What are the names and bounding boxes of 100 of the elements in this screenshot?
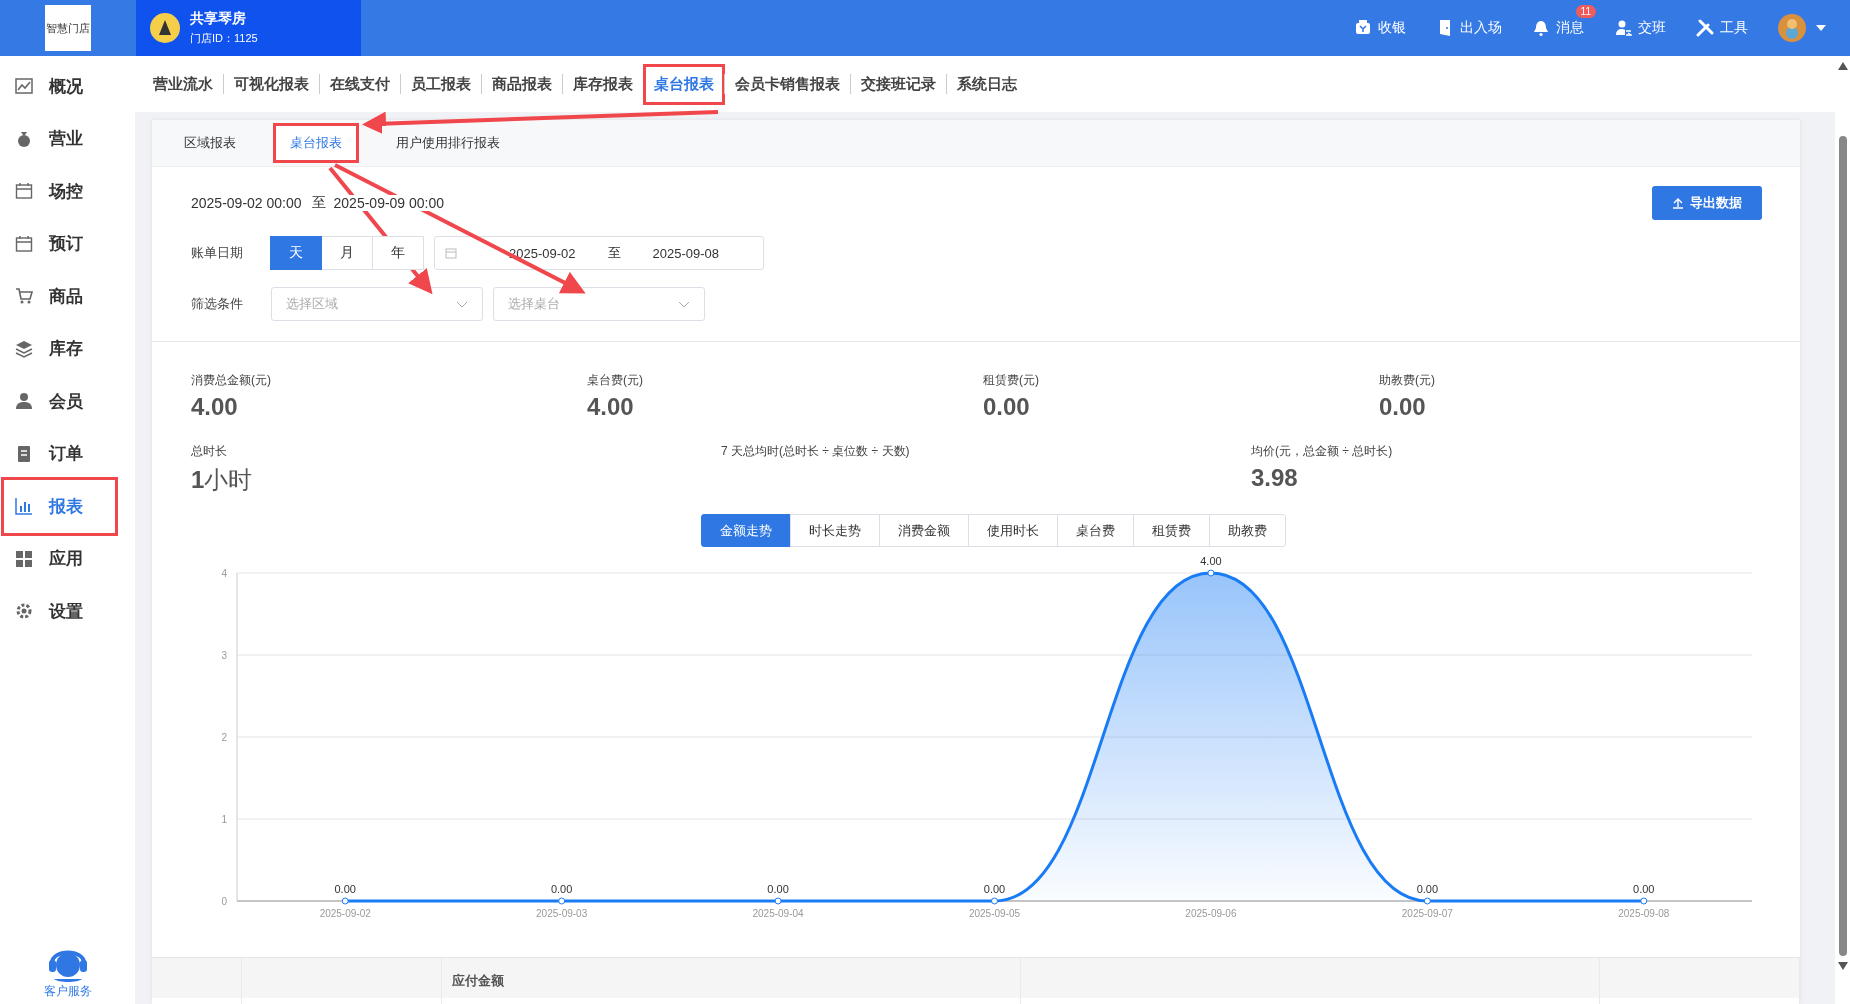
- stat-label: 租赁费(元): [983, 372, 1040, 389]
- bar-chart-icon: [15, 497, 33, 516]
- report-tab[interactable]: 库存报表: [565, 66, 641, 102]
- chart-tab[interactable]: 时长走势: [790, 514, 880, 547]
- chart-tab[interactable]: 助教费: [1209, 514, 1286, 547]
- trend-icon: [15, 77, 33, 96]
- period-button[interactable]: 年: [372, 236, 424, 270]
- data-point: [558, 897, 566, 905]
- data-label: 0.00: [767, 883, 789, 895]
- bill-date-label: 账单日期: [191, 244, 244, 262]
- header-action[interactable]: 出入场: [1436, 19, 1502, 37]
- calendar-icon: [15, 234, 33, 253]
- cart-icon: [15, 287, 33, 306]
- report-tab[interactable]: 可视化报表: [226, 66, 317, 102]
- data-point: [774, 897, 782, 905]
- report-tab[interactable]: 营业流水: [145, 66, 221, 102]
- sidebar-item[interactable]: 营业: [4, 112, 115, 165]
- stat-value: 4.00: [587, 393, 635, 421]
- x-tick-label: 2025-09-03: [536, 908, 588, 919]
- x-tick-label: 2025-09-05: [968, 908, 1021, 919]
- data-point: [1207, 569, 1215, 577]
- sidebar-item[interactable]: 订单: [4, 427, 115, 480]
- support-label[interactable]: 客户服务: [43, 983, 92, 1000]
- sidebar-item[interactable]: 场控: [4, 165, 115, 218]
- sidebar-item[interactable]: 库存: [4, 322, 115, 375]
- layers-icon: [15, 339, 33, 358]
- date-range-field[interactable]: 2025-09-02 至 2025-09-08: [434, 236, 764, 270]
- y-tick-label: 1: [221, 814, 227, 825]
- sidebar-item[interactable]: 报表: [4, 480, 115, 533]
- store-avatar-icon: [150, 13, 180, 43]
- sidebar-item[interactable]: 商品: [4, 270, 115, 323]
- report-tab[interactable]: 系统日志: [949, 66, 1025, 102]
- report-tab[interactable]: 会员卡销售报表: [727, 66, 848, 102]
- header-action[interactable]: 收银: [1354, 19, 1406, 37]
- stat-label: 消费总金额(元): [191, 372, 272, 389]
- stat-value: 0.00: [983, 393, 1031, 421]
- sidebar-item[interactable]: 预订: [4, 217, 115, 270]
- range-start: 2025-09-02 00:00: [191, 195, 302, 211]
- y-tick-label: 0: [221, 896, 227, 907]
- data-point: [341, 897, 349, 905]
- report-tab[interactable]: 桌台报表: [646, 66, 722, 102]
- store-panel[interactable]: 共享琴房 门店ID：1125: [136, 0, 361, 56]
- period-button[interactable]: 天: [270, 236, 322, 270]
- money-bag-icon: [15, 129, 33, 148]
- chart-tab[interactable]: 金额走势: [701, 514, 791, 547]
- x-tick-label: 2025-09-08: [1618, 908, 1670, 919]
- data-point: [1423, 897, 1431, 905]
- header-action[interactable]: 交班: [1614, 19, 1666, 37]
- report-tab[interactable]: 交接班记录: [853, 66, 944, 102]
- period-button[interactable]: 月: [321, 236, 373, 270]
- sidebar-item[interactable]: 概况: [4, 60, 115, 113]
- y-tick-label: 3: [221, 650, 227, 661]
- notification-badge: 11: [1575, 5, 1596, 18]
- range-end: 2025-09-09 00:00: [333, 195, 445, 211]
- grid-icon: [15, 549, 33, 568]
- store-name: 共享琴房: [190, 10, 247, 28]
- chart-tab[interactable]: 使用时长: [968, 514, 1058, 547]
- bell-icon: [1532, 19, 1550, 37]
- stat-value: 4.00: [191, 393, 239, 421]
- store-id: 门店ID：1125: [190, 31, 258, 46]
- person-icon: [15, 392, 33, 411]
- calendar-icon: [445, 247, 457, 259]
- stat-label: 7 天总均时(总时长 ÷ 桌位数 ÷ 天数): [721, 443, 911, 460]
- chart-tab[interactable]: 租赁费: [1133, 514, 1210, 547]
- sidebar-item[interactable]: 应用: [4, 532, 115, 585]
- report-tab[interactable]: 商品报表: [484, 66, 560, 102]
- data-label: 0.00: [550, 883, 573, 895]
- data-point: [1640, 897, 1648, 905]
- report-tab[interactable]: 员工报表: [403, 66, 479, 102]
- y-tick-label: 2: [221, 732, 227, 743]
- stat-label: 总时长: [191, 443, 228, 460]
- scroll-up-icon[interactable]: [1837, 62, 1848, 70]
- data-label: 0.00: [1633, 883, 1655, 895]
- gear-icon: [15, 602, 33, 621]
- data-label: 0.00: [983, 883, 1006, 895]
- upload-icon: [1672, 197, 1684, 209]
- x-tick-label: 2025-09-06: [1185, 908, 1237, 919]
- data-point: [991, 897, 998, 905]
- logo: 智慧门店: [44, 5, 91, 51]
- sidebar-item[interactable]: 设置: [4, 585, 115, 638]
- scroll-down-icon[interactable]: [1837, 962, 1848, 970]
- x-tick-label: 2025-09-02: [319, 908, 371, 919]
- data-label: 0.00: [334, 883, 356, 895]
- chart-tab[interactable]: 消费金额: [879, 514, 969, 547]
- x-tick-label: 2025-09-07: [1401, 908, 1453, 919]
- export-button[interactable]: 导出数据: [1652, 186, 1762, 220]
- scrollbar[interactable]: [1835, 56, 1850, 1004]
- header-action[interactable]: 工具: [1696, 19, 1748, 37]
- caret-icon[interactable]: [1816, 25, 1826, 31]
- filter-label: 筛选条件: [191, 295, 244, 313]
- stat-value: 3.98: [1251, 464, 1299, 492]
- sub-tab[interactable]: 桌台报表: [276, 126, 356, 160]
- data-label: 0.00: [1416, 883, 1439, 895]
- avatar[interactable]: [1778, 14, 1806, 42]
- data-label: 4.00: [1200, 555, 1222, 567]
- chevron-down-icon: [456, 300, 468, 308]
- scroll-thumb[interactable]: [1838, 136, 1847, 956]
- chart-tab[interactable]: 桌台费: [1057, 514, 1134, 547]
- sidebar-item[interactable]: 会员: [4, 375, 115, 428]
- report-tab[interactable]: 在线支付: [322, 66, 398, 102]
